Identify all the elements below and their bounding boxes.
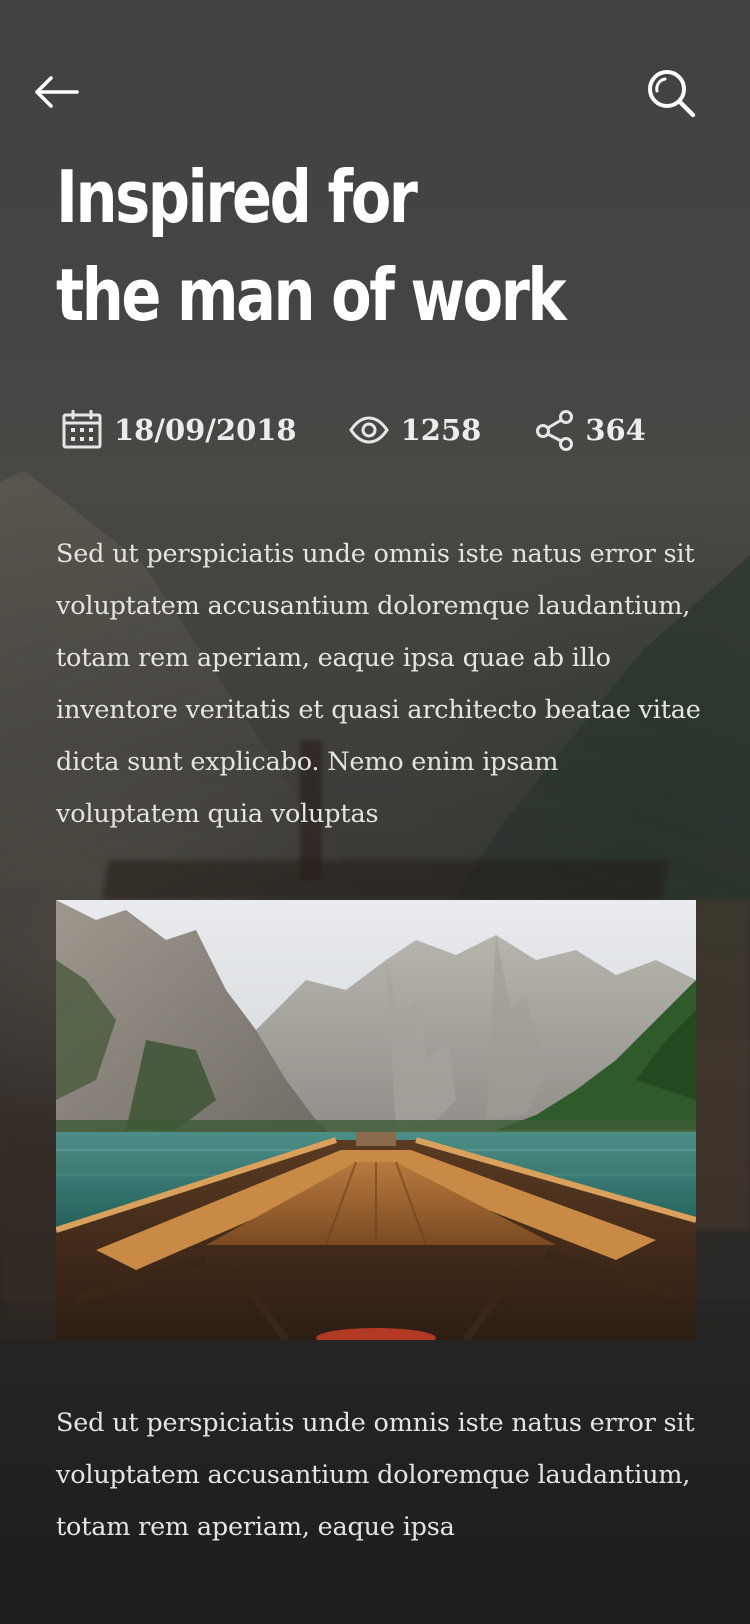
meta-views: 1258 [348,413,482,447]
share-icon [535,409,575,451]
arrow-left-icon [35,76,79,108]
article-screen: Inspired for the man of work 18/09/2018 [0,0,750,1624]
article-paragraph-2: Sed ut perspiciatis unde omnis iste natu… [56,1408,695,1542]
eye-icon [348,416,389,444]
article-image [56,900,696,1340]
calendar-icon [62,410,102,450]
article-paragraph-1: Sed ut perspiciatis unde omnis iste natu… [56,539,701,829]
article-meta: 18/09/2018 1258 364 [62,405,646,455]
search-button[interactable] [644,66,700,122]
meta-date: 18/09/2018 [62,410,297,450]
meta-views-value: 1258 [400,413,482,447]
title-line-2: the man of work [56,253,567,337]
meta-date-value: 18/09/2018 [114,413,297,447]
meta-shares[interactable]: 364 [535,409,646,451]
article-title: Inspired for the man of work [56,148,581,344]
back-button[interactable] [30,68,82,116]
meta-shares-value: 364 [585,413,646,447]
background-dock-right [690,900,750,1230]
background-boat [102,860,668,900]
title-line-1: Inspired for [56,155,418,239]
search-icon [648,70,696,118]
